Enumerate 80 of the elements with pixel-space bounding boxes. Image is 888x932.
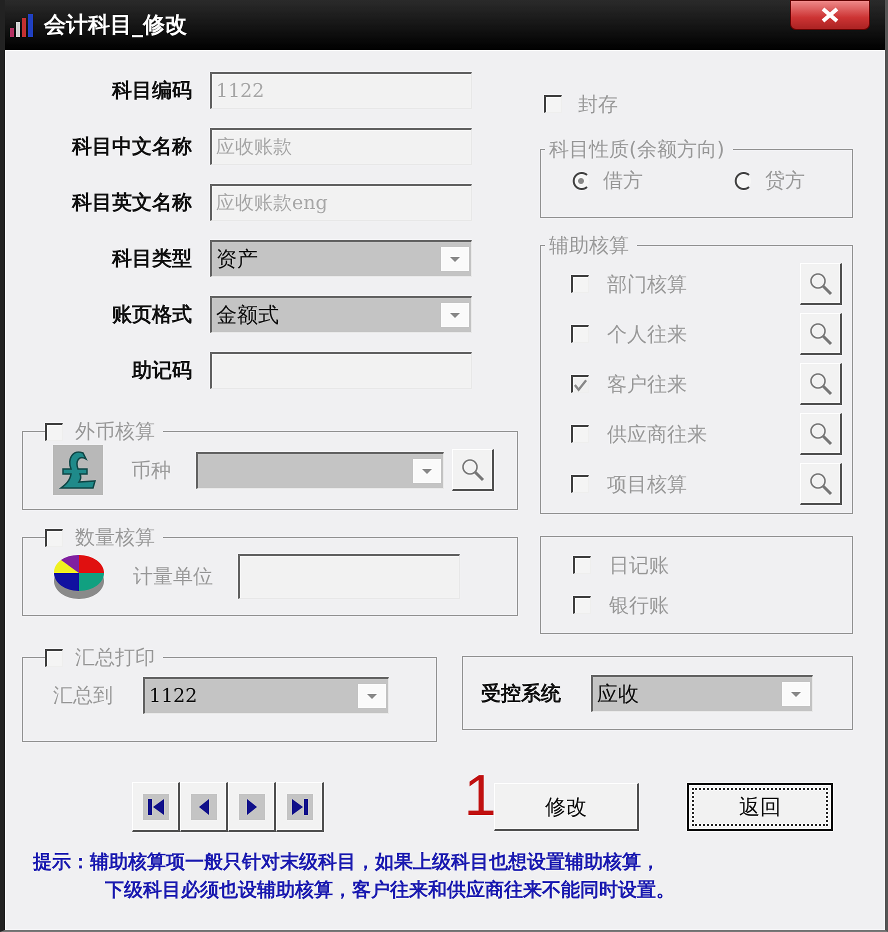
- checkbox[interactable]: [571, 375, 589, 393]
- checkbox[interactable]: [571, 475, 589, 493]
- search-icon: [808, 420, 834, 446]
- field-label: 币种: [131, 456, 171, 484]
- search-icon: [808, 370, 834, 396]
- group-title: 辅助核算: [549, 232, 629, 259]
- window-title: 会计科目_修改: [44, 12, 187, 40]
- search-button[interactable]: [800, 313, 842, 355]
- field-label: 科目英文名称: [70, 188, 193, 216]
- hint-text: 提示：辅助核算项一般只针对末级科目，如果上级科目也想设置辅助核算，: [33, 850, 661, 875]
- nav-button[interactable]: [180, 782, 228, 832]
- search-button[interactable]: [800, 463, 842, 505]
- search-icon: [808, 270, 834, 296]
- dropdown[interactable]: 应收: [591, 674, 813, 712]
- radio-button[interactable]: [733, 170, 753, 190]
- dropdown[interactable]: 1122: [143, 677, 389, 714]
- checkbox-label: 封存: [578, 90, 618, 118]
- checkbox[interactable]: [544, 95, 562, 113]
- close-button[interactable]: [790, 0, 870, 30]
- field-label: 科目编码: [110, 76, 193, 104]
- checkbox[interactable]: [571, 325, 589, 343]
- search-icon: [808, 320, 834, 346]
- checkbox[interactable]: [45, 422, 63, 440]
- group-title: 科目性质(余额方向): [549, 136, 725, 163]
- checkbox-label: 部门核算: [607, 270, 688, 298]
- checkbox[interactable]: [45, 648, 63, 666]
- dropdown[interactable]: 资产: [210, 240, 472, 276]
- caret-icon: [413, 458, 441, 482]
- search-button[interactable]: [800, 363, 842, 405]
- radio-label: 贷方: [765, 167, 805, 194]
- search-icon: [808, 470, 834, 496]
- checkbox-label: 汇总打印: [75, 644, 155, 671]
- last-icon: [286, 794, 312, 820]
- checkbox[interactable]: [573, 596, 591, 614]
- unit-input-field[interactable]: [238, 554, 460, 598]
- search-button[interactable]: [800, 413, 842, 455]
- nav-button[interactable]: [228, 782, 276, 832]
- dropdown[interactable]: 金额式: [210, 296, 472, 332]
- field-label: 汇总到: [53, 682, 113, 709]
- field-label: 账页格式: [111, 300, 193, 328]
- field-label: 计量单位: [133, 562, 213, 590]
- caret-icon: [441, 246, 469, 270]
- nav-button[interactable]: [276, 782, 324, 832]
- input-field[interactable]: [210, 352, 472, 388]
- close-icon: [820, 7, 840, 23]
- checkbox[interactable]: [45, 528, 63, 546]
- checkbox-label: 客户往来: [607, 370, 688, 398]
- caret-icon: [358, 684, 386, 708]
- annotation-number: 1: [464, 767, 496, 825]
- bar-chart-icon: [8, 12, 34, 38]
- prev-icon: [190, 794, 216, 820]
- nav-button[interactable]: [132, 782, 180, 832]
- action-button[interactable]: 返回: [687, 783, 833, 831]
- field-label: 受控系统: [481, 680, 561, 706]
- caret-icon: [782, 682, 810, 706]
- checkbox-label: 外币核算: [75, 418, 155, 445]
- search-icon: [460, 456, 486, 482]
- hint-text: 下级科目必须也设辅助核算，客户往来和供应商往来不能同时设置。: [104, 878, 676, 903]
- checkbox-label: 个人往来: [607, 320, 688, 348]
- caret-icon: [441, 302, 469, 326]
- checkbox-label: 银行账: [609, 592, 669, 618]
- search-button[interactable]: [800, 263, 842, 305]
- checkbox-label: 项目核算: [607, 470, 688, 498]
- field-label: 科目中文名称: [70, 132, 193, 160]
- field-label: 科目类型: [110, 244, 193, 272]
- currency-icon: [53, 445, 103, 495]
- next-icon: [238, 794, 264, 820]
- checkbox[interactable]: [571, 275, 589, 293]
- radio-label: 借方: [603, 167, 643, 194]
- first-icon: [142, 794, 168, 820]
- checkbox-label: 供应商往来: [607, 420, 708, 448]
- checkbox[interactable]: [573, 556, 591, 574]
- radio-button[interactable]: [571, 170, 591, 190]
- search-button[interactable]: [452, 449, 494, 491]
- checkbox-label: 数量核算: [75, 524, 155, 551]
- field-label: 助记码: [130, 356, 193, 384]
- checkbox-label: 日记账: [609, 552, 669, 578]
- checkbox[interactable]: [571, 425, 589, 443]
- currency-dropdown[interactable]: [196, 452, 444, 488]
- action-button[interactable]: 修改: [494, 783, 639, 831]
